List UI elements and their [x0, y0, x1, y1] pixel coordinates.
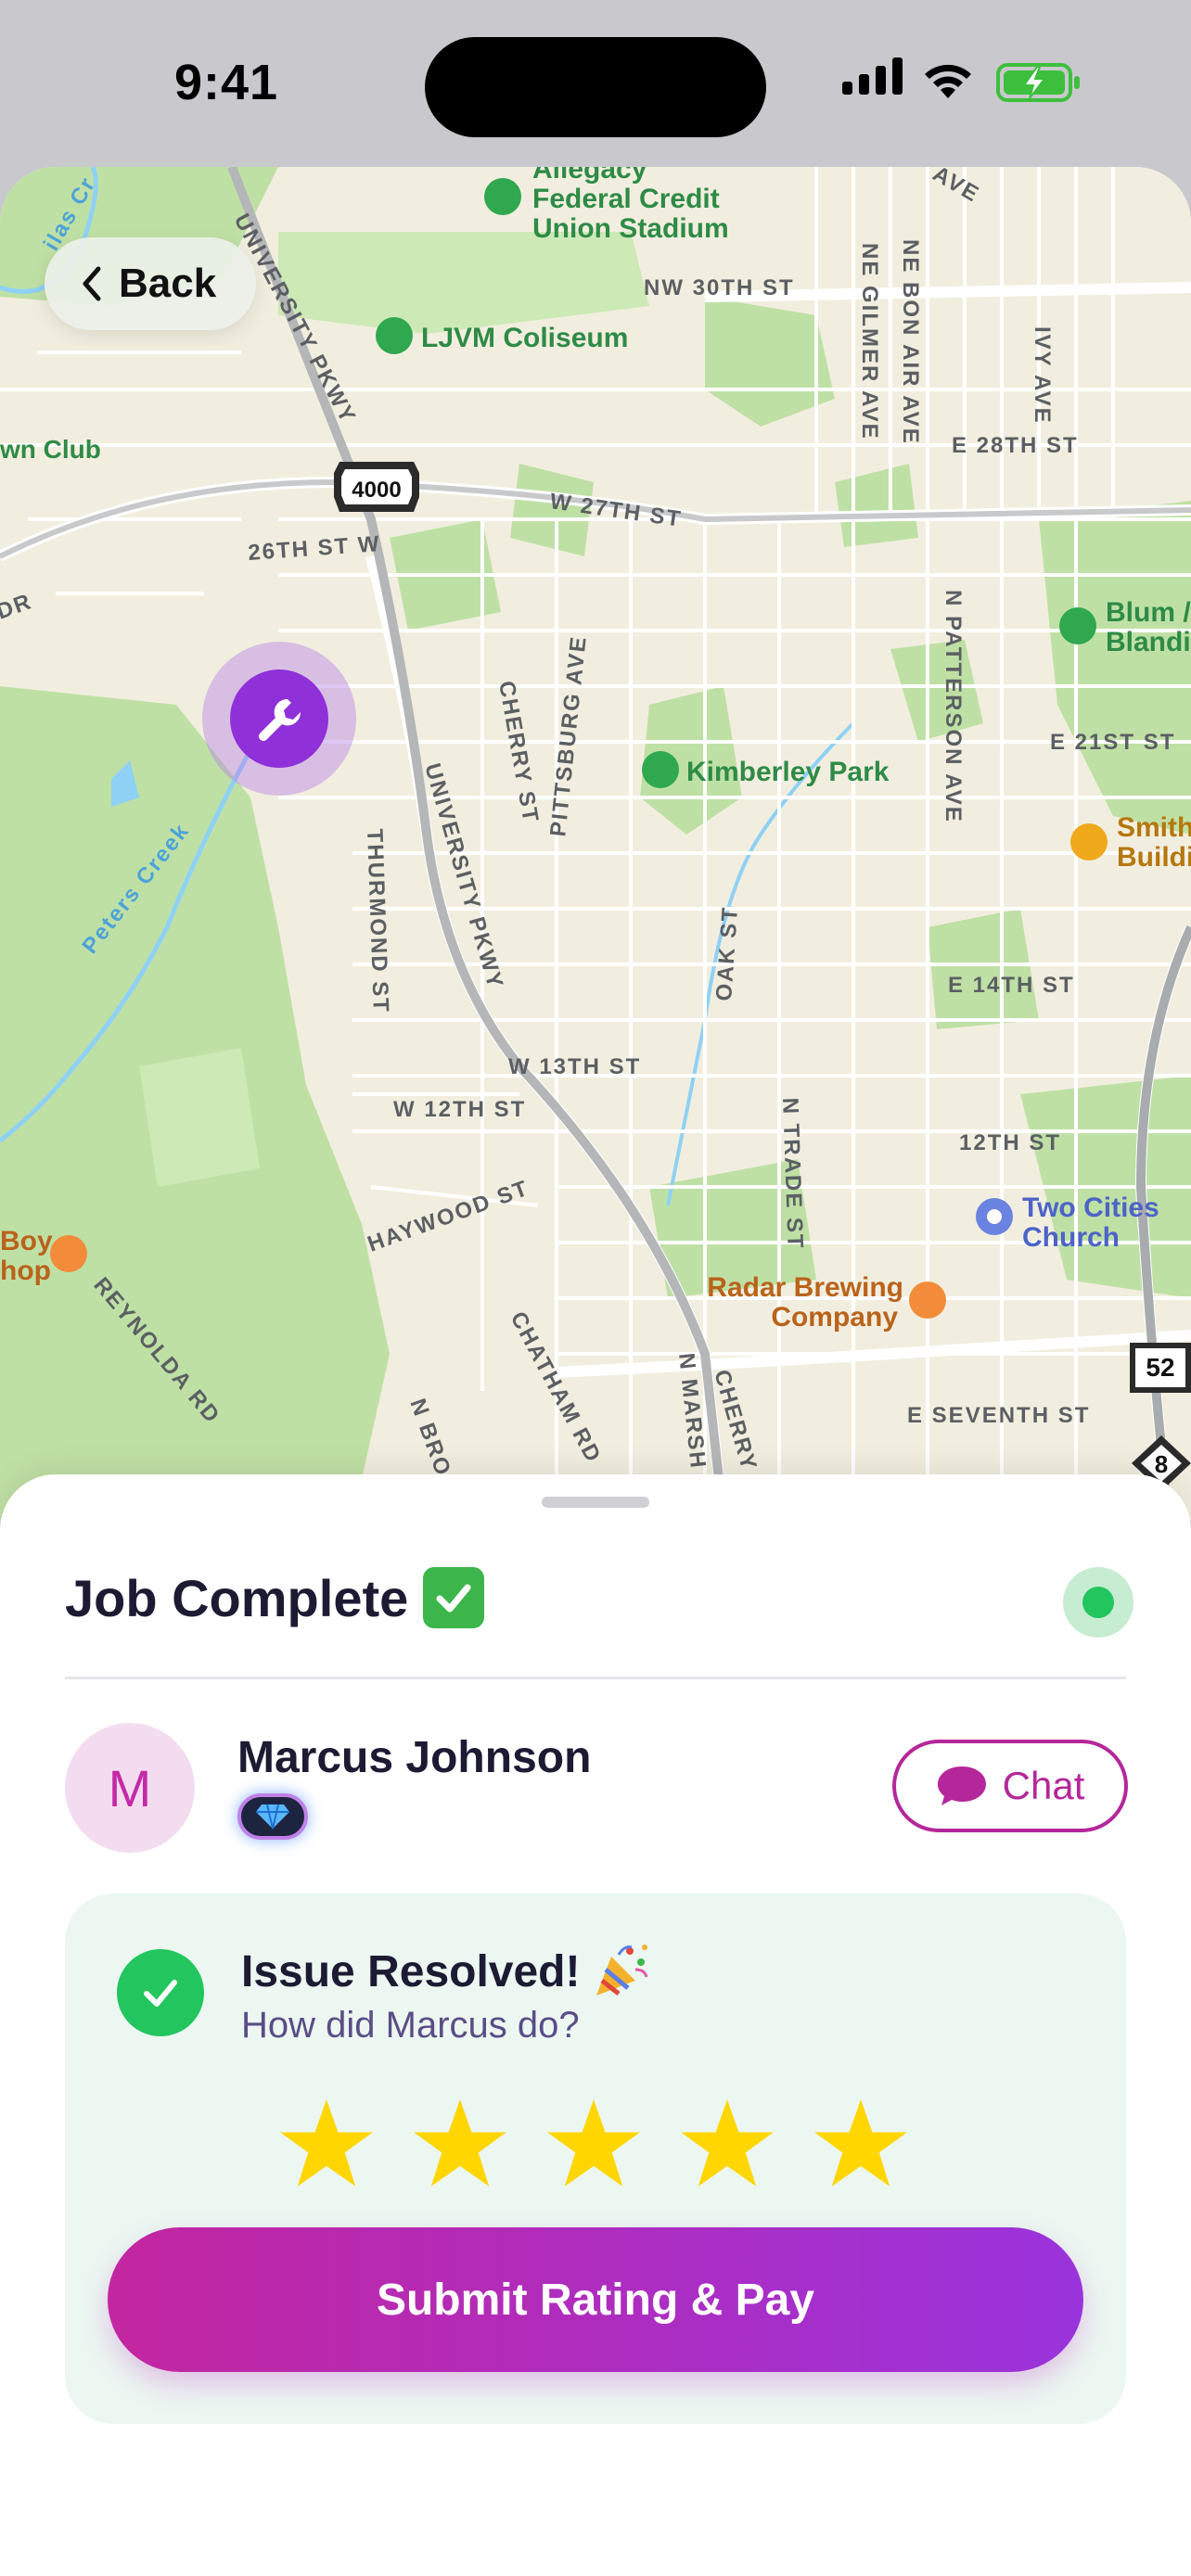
svg-text:E 28TH ST: E 28TH ST: [952, 433, 1079, 458]
star-icon-3[interactable]: [545, 2096, 642, 2192]
battery-charging-icon: [996, 63, 1080, 102]
submit-button-label: Submit Rating & Pay: [376, 2275, 815, 2325]
svg-text:Church: Church: [1022, 1222, 1120, 1253]
svg-text:Boy: Boy: [0, 1226, 53, 1256]
svg-text:Federal Credit: Federal Credit: [532, 184, 720, 214]
svg-text:NE GILMER AVE: NE GILMER AVE: [857, 243, 882, 440]
status-bar: 9:41: [0, 0, 1191, 167]
svg-text:Company: Company: [771, 1302, 898, 1333]
star-icon-4[interactable]: [679, 2096, 775, 2192]
issue-resolved-title: Issue Resolved!: [241, 1942, 650, 2001]
svg-text:NW 30TH ST: NW 30TH ST: [644, 275, 795, 300]
sheet-title-text: Job Complete: [65, 1568, 409, 1627]
svg-text:Radar Brewing: Radar Brewing: [707, 1272, 903, 1303]
rating-card: Issue Resolved! How did Marcus do? Submi…: [65, 1894, 1126, 2424]
svg-text:E 14TH ST: E 14TH ST: [948, 973, 1075, 998]
svg-text:hop: hop: [0, 1256, 51, 1286]
status-indicator: [1063, 1567, 1133, 1638]
back-button[interactable]: Back: [45, 237, 256, 330]
check-circle-icon: [117, 1949, 204, 2036]
svg-text:Allegacy: Allegacy: [532, 167, 647, 185]
svg-text:W 13TH ST: W 13TH ST: [508, 1054, 641, 1079]
svg-text:Two Cities: Two Cities: [1022, 1192, 1159, 1223]
star-icon-2[interactable]: [412, 2096, 508, 2192]
wifi-icon: [925, 64, 971, 98]
issue-resolved-text: Issue Resolved!: [241, 1946, 581, 1996]
svg-text:Blandi: Blandi: [1106, 627, 1191, 657]
svg-text:N TRADE ST: N TRADE ST: [777, 1097, 808, 1250]
cellular-signal-icon: [842, 57, 903, 95]
status-dot-icon: [1082, 1587, 1114, 1618]
sheet-title: Job Complete: [65, 1567, 485, 1628]
svg-text:8: 8: [1155, 1450, 1168, 1478]
svg-text:W 12TH ST: W 12TH ST: [393, 1097, 526, 1122]
diamond-badge-icon: [237, 1793, 308, 1840]
svg-text:Union Stadium: Union Stadium: [532, 213, 729, 244]
svg-text:NE BON AIR AVE: NE BON AIR AVE: [898, 239, 923, 445]
svg-text:LJVM Coliseum: LJVM Coliseum: [421, 323, 628, 353]
svg-text:Kimberley Park: Kimberley Park: [686, 757, 890, 787]
chat-bubble-icon: [937, 1766, 986, 1805]
chat-button-label: Chat: [1002, 1764, 1085, 1807]
dynamic-island: [425, 37, 766, 137]
svg-text:4000: 4000: [352, 478, 401, 503]
wrench-icon: [259, 698, 301, 741]
route-shield-52: 52: [1130, 1343, 1191, 1393]
app-screen: 9:41 Allegacy Federal Credit Union Stadi…: [0, 0, 1191, 2576]
job-bottom-sheet: Job Complete M Marcus Johnson Chat Issue…: [0, 1474, 1191, 2576]
technician-name: Marcus Johnson: [237, 1733, 592, 1782]
technician-location-pin[interactable]: [230, 670, 328, 768]
map-canvas: Allegacy Federal Credit Union Stadium LJ…: [0, 167, 1191, 1521]
svg-text:E 21ST ST: E 21ST ST: [1050, 730, 1175, 755]
svg-text:E SEVENTH ST: E SEVENTH ST: [907, 1403, 1090, 1428]
svg-text:Smith: Smith: [1117, 812, 1191, 843]
chat-button[interactable]: Chat: [892, 1740, 1128, 1832]
back-button-label: Back: [119, 261, 217, 306]
svg-text:wn Club: wn Club: [0, 435, 101, 464]
route-shield-4000: 4000: [334, 462, 419, 512]
sheet-grabber[interactable]: [542, 1497, 649, 1508]
svg-text:12TH ST: 12TH ST: [959, 1130, 1061, 1155]
svg-text:Blum /: Blum /: [1106, 597, 1191, 628]
svg-text:52: 52: [1146, 1353, 1174, 1382]
star-rating[interactable]: [278, 2096, 909, 2192]
svg-text:Buildi: Buildi: [1117, 842, 1191, 873]
status-time: 9:41: [174, 55, 279, 110]
submit-rating-pay-button[interactable]: Submit Rating & Pay: [108, 2227, 1083, 2372]
star-icon-5[interactable]: [813, 2096, 909, 2192]
svg-text:N PATTERSON AVE: N PATTERSON AVE: [941, 590, 966, 823]
chevron-left-icon: [83, 266, 101, 301]
divider: [65, 1677, 1126, 1679]
check-mark-icon: [423, 1567, 485, 1628]
rating-prompt: How did Marcus do?: [241, 2005, 580, 2046]
avatar: M: [65, 1723, 195, 1853]
poi-lawn-club[interactable]: wn Club: [0, 435, 101, 464]
map-view[interactable]: Allegacy Federal Credit Union Stadium LJ…: [0, 167, 1191, 1521]
svg-text:IVY AVE: IVY AVE: [1030, 326, 1055, 425]
party-popper-icon: [596, 1945, 648, 1996]
star-icon-1[interactable]: [278, 2096, 375, 2192]
